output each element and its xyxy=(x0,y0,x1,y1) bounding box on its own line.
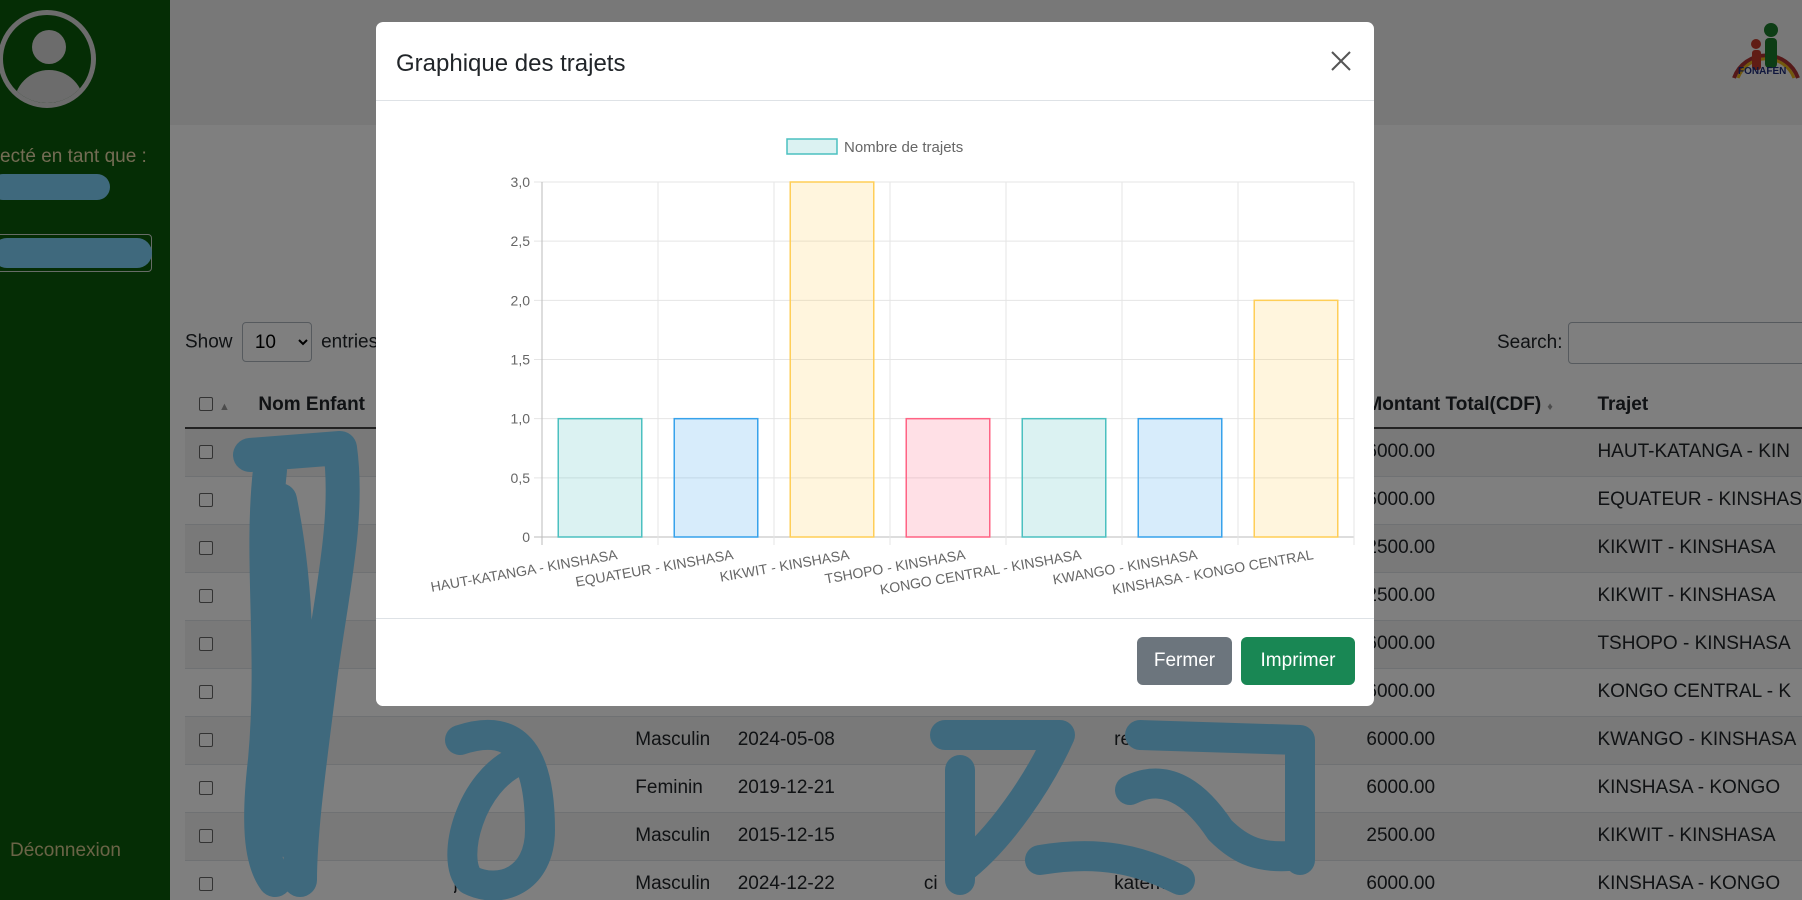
bar xyxy=(905,417,991,538)
chart-modal: Graphique des trajets 0 0,5 1,0 1,5 2,0 2,5 3,… xyxy=(376,22,1374,706)
bar xyxy=(789,181,875,538)
legend-label: Nombre de trajets xyxy=(844,139,963,156)
y-tick-label: 3,0 xyxy=(511,174,531,190)
y-tick-label: 0 xyxy=(522,529,530,545)
close-button[interactable]: Fermer xyxy=(1137,637,1232,685)
modal-footer: Fermer Imprimer xyxy=(376,618,1374,706)
bar xyxy=(673,417,759,538)
y-tick-label: 2,0 xyxy=(511,292,531,308)
modal-header: Graphique des trajets xyxy=(376,22,1374,101)
bar xyxy=(557,417,643,538)
bar xyxy=(1021,417,1107,538)
y-tick-label: 1,5 xyxy=(511,352,531,368)
y-tick-label: 1,0 xyxy=(511,411,531,427)
legend-swatch xyxy=(786,138,838,155)
print-button[interactable]: Imprimer xyxy=(1241,637,1355,685)
y-tick-label: 0,5 xyxy=(511,470,531,486)
modal-title: Graphique des trajets xyxy=(396,50,626,77)
bar xyxy=(1253,299,1339,538)
bar-chart: 00,51,01,52,02,53,0HAUT-KATANGA - KINSHA… xyxy=(429,138,1355,597)
bar xyxy=(1137,417,1223,538)
y-tick-label: 2,5 xyxy=(511,233,531,249)
close-icon[interactable] xyxy=(1326,46,1356,76)
